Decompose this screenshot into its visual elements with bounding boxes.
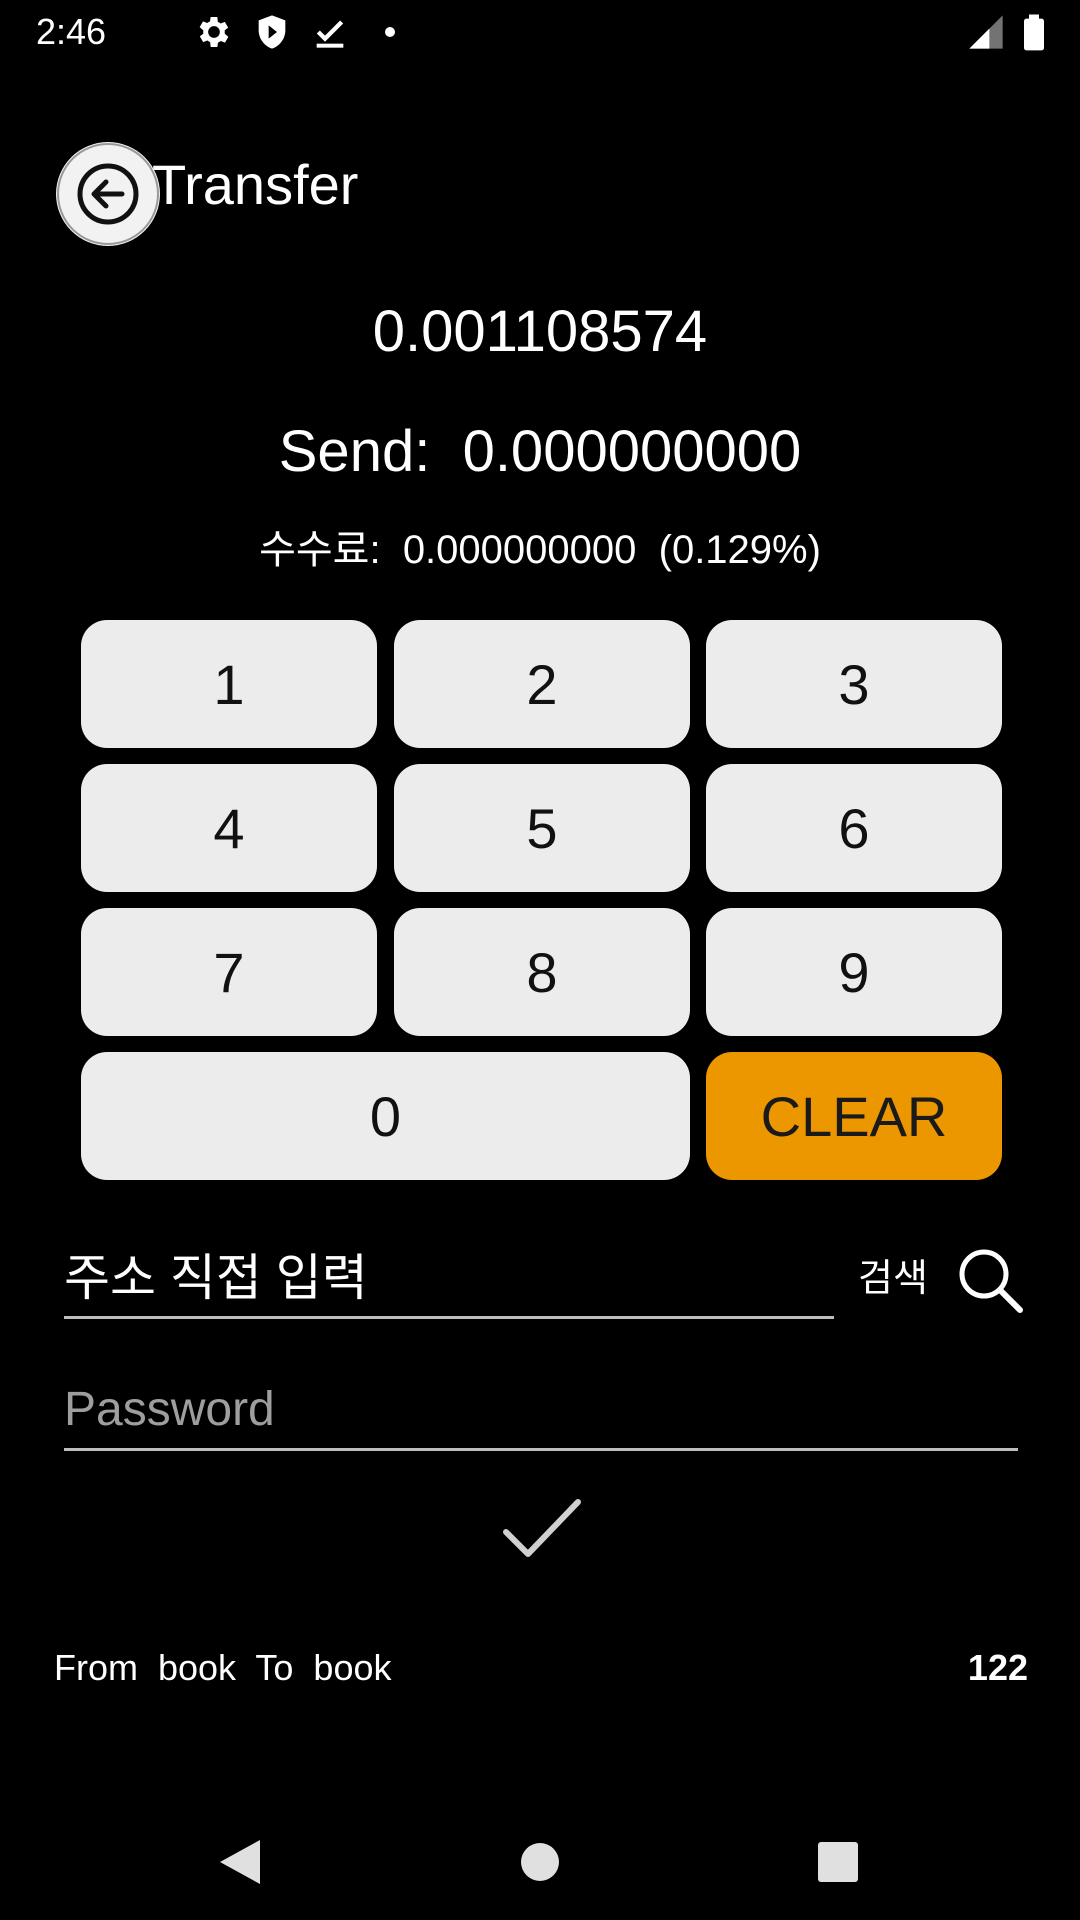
clear-button[interactable]: CLEAR: [706, 1052, 1002, 1180]
search-label[interactable]: 검색: [858, 1254, 928, 1304]
key-3[interactable]: 3: [706, 620, 1002, 748]
list-item[interactable]: From book To book 122: [54, 1640, 1028, 1696]
search-icon[interactable]: [954, 1244, 1026, 1316]
nav-recents-button[interactable]: [808, 1832, 868, 1892]
download-done-icon: [310, 12, 350, 52]
page-title: Transfer: [152, 153, 359, 216]
key-4[interactable]: 4: [81, 764, 377, 892]
battery-icon: [1014, 12, 1054, 52]
balance-amount: 0.001108574: [372, 299, 708, 364]
key-0[interactable]: 0: [81, 1052, 690, 1180]
key-5[interactable]: 5: [394, 764, 690, 892]
send-amount-row: Send: 0.000000000: [0, 412, 1080, 492]
check-icon: [503, 1499, 581, 1557]
nav-back-button[interactable]: [210, 1832, 270, 1892]
settings-icon: [194, 12, 234, 52]
key-2[interactable]: 2: [394, 620, 690, 748]
back-button[interactable]: [56, 142, 160, 246]
list-item-partial: [54, 1762, 1028, 1774]
key-9[interactable]: 9: [706, 908, 1002, 1036]
dot-icon: [370, 12, 410, 52]
nav-home-button[interactable]: [510, 1832, 570, 1892]
shield-icon: [252, 12, 292, 52]
recents-square-icon: [818, 1842, 858, 1882]
signal-icon: [966, 12, 1006, 52]
send-label: Send:: [278, 419, 431, 484]
confirm-button[interactable]: [496, 1494, 586, 1564]
list-item-label: From book To book: [54, 1647, 392, 1688]
fee-label: 수수료:: [259, 528, 381, 572]
address-input[interactable]: 주소 직접 입력: [64, 1240, 834, 1319]
fee-value: 0.000000000: [402, 528, 637, 572]
password-input[interactable]: Password: [64, 1372, 1018, 1451]
send-value: 0.000000000: [462, 419, 802, 484]
fee-rate: (0.129%): [658, 528, 821, 572]
status-time: 2:46: [36, 11, 107, 52]
key-8[interactable]: 8: [394, 908, 690, 1036]
list-item-count: 122: [967, 1647, 1028, 1688]
home-circle-icon: [521, 1843, 559, 1881]
key-7[interactable]: 7: [81, 908, 377, 1036]
key-1[interactable]: 1: [81, 620, 377, 748]
back-triangle-icon: [220, 1840, 260, 1884]
key-6[interactable]: 6: [706, 764, 1002, 892]
arrow-back-icon: [57, 143, 159, 245]
fee-row: 수수료: 0.000000000 (0.129%): [0, 520, 1080, 580]
